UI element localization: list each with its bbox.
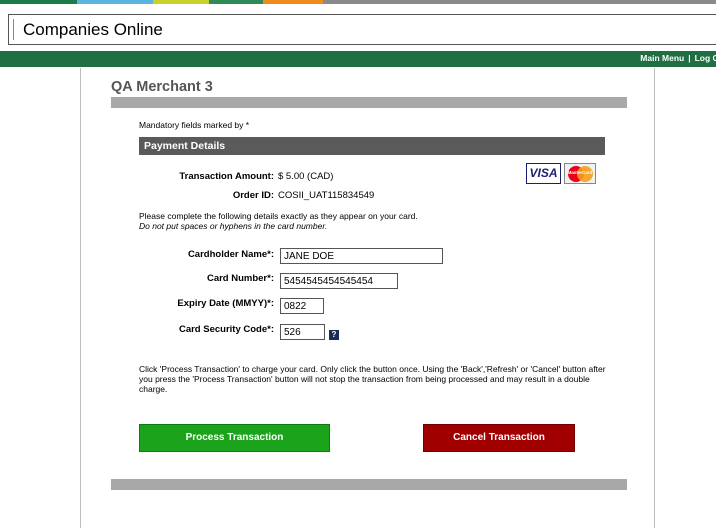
cardholder-name-label: Cardholder Name*:	[187, 249, 274, 260]
app-header: Companies Online	[8, 14, 716, 45]
payment-details-header: Payment Details	[139, 137, 605, 155]
card-number-label: Card Number*:	[206, 273, 274, 284]
cancel-transaction-button[interactable]: Cancel Transaction	[423, 424, 575, 452]
log-off-link[interactable]: Log Of	[695, 53, 716, 63]
nav-bar: Main Menu | Log Of	[0, 51, 716, 67]
visa-logo-icon: VISA	[526, 163, 561, 184]
expiry-date-label: Expiry Date (MMYY)*:	[177, 298, 274, 309]
help-question-icon[interactable]: ?	[329, 330, 339, 340]
card-number-field[interactable]	[280, 273, 398, 289]
security-code-label: Card Security Code*:	[178, 324, 274, 335]
instructions-line-2: Do not put spaces or hyphens in the card…	[139, 221, 328, 231]
mandatory-note: Mandatory fields marked by *	[139, 120, 250, 130]
transaction-notice: Click 'Process Transaction' to charge yo…	[139, 364, 606, 394]
expiry-date-field[interactable]	[280, 298, 324, 314]
top-grey-bar	[111, 97, 627, 108]
order-id-value: COSII_UAT115834549	[278, 190, 375, 201]
top-color-strip	[0, 0, 716, 4]
transaction-amount-label: Transaction Amount:	[179, 171, 274, 182]
merchant-name: QA Merchant 3	[111, 79, 213, 95]
mastercard-logo-icon: MasterCard	[564, 163, 596, 184]
transaction-amount-value: $ 5.00 (CAD)	[278, 171, 334, 182]
strip-segment-blue	[77, 0, 153, 4]
main-menu-link[interactable]: Main Menu	[640, 53, 684, 63]
header-left-line	[13, 19, 14, 40]
strip-segment-green	[209, 0, 263, 4]
strip-segment-first	[0, 0, 77, 4]
process-transaction-button[interactable]: Process Transaction	[139, 424, 330, 452]
card-instructions: Please complete the following details ex…	[139, 211, 418, 231]
cardholder-name-field[interactable]	[280, 248, 443, 264]
brand-title: Companies Online	[23, 20, 163, 39]
security-code-field[interactable]	[280, 324, 325, 340]
nav-separator: |	[688, 53, 691, 63]
order-id-label: Order ID:	[232, 190, 274, 201]
mastercard-logo-text: MasterCard	[567, 170, 593, 175]
bottom-grey-bar	[111, 479, 627, 490]
strip-segment-yellow	[153, 0, 209, 4]
instructions-line-1: Please complete the following details ex…	[139, 211, 418, 221]
strip-segment-orange	[263, 0, 323, 4]
nav-links: Main Menu | Log Of	[640, 53, 716, 63]
